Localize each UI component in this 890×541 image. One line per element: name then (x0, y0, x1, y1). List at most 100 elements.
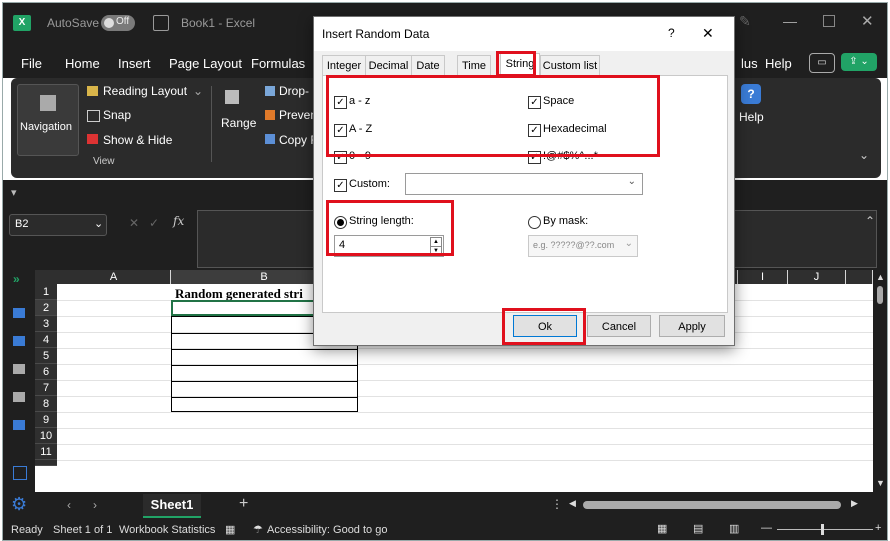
dialog-help-button[interactable]: ? (668, 26, 675, 40)
tab-decimal[interactable]: Decimal (365, 55, 412, 76)
column-header-k[interactable] (846, 270, 873, 284)
more-options-icon[interactable]: ⋮ (551, 497, 563, 511)
horizontal-scrollbar[interactable]: ◀ ▶ (569, 498, 865, 510)
row-header[interactable]: 1 (35, 284, 57, 300)
autosave-toggle[interactable]: Off (101, 15, 135, 31)
tab-custom-list[interactable]: Custom list (540, 55, 600, 76)
tab-formulas[interactable]: Formulas (251, 56, 305, 71)
row-header[interactable]: 6 (35, 364, 57, 380)
tab-home[interactable]: Home (65, 56, 100, 71)
string-length-highlight (326, 200, 454, 256)
close-window-button[interactable]: ✕ (861, 12, 874, 30)
scroll-up-arrow-icon[interactable]: ▲ (876, 272, 885, 282)
add-sheet-button[interactable]: + (239, 495, 248, 513)
checkbox-custom[interactable]: ✓ (334, 179, 347, 192)
tab-date[interactable]: Date (411, 55, 445, 76)
workbook-statistics-button[interactable]: Workbook Statistics (119, 524, 215, 536)
prevent-icon (265, 110, 275, 120)
tab-page-layout[interactable]: Page Layout (169, 56, 242, 71)
tab-integer[interactable]: Integer (322, 55, 366, 76)
expand-pane-icon[interactable]: » (13, 272, 20, 286)
zoom-slider-thumb[interactable] (821, 524, 824, 535)
row-header[interactable] (35, 460, 57, 466)
page-layout-view-icon[interactable]: ▤ (693, 522, 703, 535)
share-button[interactable]: ⇪ ⌄ (841, 53, 877, 71)
cancel-entry-icon[interactable]: ✕ (129, 216, 139, 230)
sidebar-icon-3[interactable] (13, 364, 25, 374)
scroll-left-arrow-icon[interactable]: ◀ (569, 498, 576, 509)
name-box-value: B2 (15, 218, 29, 230)
fx-icon[interactable]: fx (173, 214, 184, 228)
dialog-close-button[interactable]: ✕ (702, 25, 714, 42)
sidebar-icon-2[interactable] (13, 336, 25, 346)
next-sheet-arrow-icon[interactable]: › (93, 498, 97, 512)
comments-button[interactable]: ▭ (809, 53, 835, 73)
tab-insert[interactable]: Insert (118, 56, 151, 71)
sidebar-icon-6[interactable] (13, 466, 27, 480)
qat-customize-icon[interactable]: ▾ (11, 186, 17, 199)
range-icon (225, 90, 239, 104)
minimize-button[interactable]: — (783, 13, 797, 29)
apply-button[interactable]: Apply (659, 315, 725, 337)
help-icon[interactable]: ? (741, 84, 761, 104)
tab-plus[interactable]: lus (741, 56, 758, 71)
accessibility-status[interactable]: Accessibility: Good to go (267, 524, 387, 536)
row-header[interactable]: 9 (35, 412, 57, 428)
help-button[interactable]: Help (739, 110, 764, 124)
collapse-formula-icon[interactable]: ⌃ (865, 214, 875, 228)
show-hide-button[interactable]: Show & Hide (103, 133, 172, 147)
cancel-button[interactable]: Cancel (587, 315, 651, 337)
vertical-scrollbar[interactable]: ▲ ▼ (873, 270, 887, 492)
pen-icon[interactable]: ✎ (739, 13, 751, 30)
zoom-slider[interactable] (777, 529, 873, 530)
custom-chars-combo[interactable]: ⌄ (405, 173, 643, 195)
collapse-ribbon-icon[interactable]: ⌄ (859, 148, 869, 162)
scroll-down-arrow-icon[interactable]: ▼ (876, 478, 885, 488)
column-header-j[interactable]: J (788, 270, 846, 284)
normal-view-icon[interactable]: ▦ (657, 522, 667, 535)
column-header-a[interactable]: A (57, 270, 171, 284)
row-header[interactable]: 5 (35, 348, 57, 364)
drop-down-button[interactable]: Drop- (279, 84, 309, 98)
mask-combo[interactable]: e.g. ?????@??.com ⌄ (528, 235, 638, 257)
select-all-corner[interactable] (35, 270, 57, 284)
column-header-i[interactable]: I (738, 270, 788, 284)
sheet-tab-sheet1[interactable]: Sheet1 (143, 494, 201, 518)
page-break-view-icon[interactable]: ▥ (729, 522, 739, 535)
name-box[interactable]: B2 ⌄ (9, 214, 107, 236)
row-header[interactable]: 7 (35, 380, 57, 396)
reading-layout-button[interactable]: Reading Layout (103, 84, 187, 98)
sidebar-icon-1[interactable] (13, 308, 25, 318)
row-header[interactable]: 8 (35, 396, 57, 412)
row-header[interactable]: 2 (35, 300, 57, 316)
enter-entry-icon[interactable]: ✓ (149, 216, 159, 230)
settings-gear-icon[interactable]: ⚙ (11, 494, 27, 515)
prevent-button[interactable]: Preven (279, 108, 317, 122)
dialog-title: Insert Random Data (322, 27, 430, 41)
row-header[interactable]: 11 (35, 444, 57, 460)
h-scroll-thumb[interactable] (583, 501, 841, 509)
prev-sheet-arrow-icon[interactable]: ‹ (67, 498, 71, 512)
zoom-in-icon[interactable]: + (875, 522, 881, 534)
maximize-button[interactable] (823, 15, 835, 27)
tab-file[interactable]: File (21, 56, 42, 71)
tab-time[interactable]: Time (457, 55, 491, 76)
string-tab-highlight (496, 51, 536, 77)
radio-by-mask[interactable] (528, 216, 541, 229)
save-icon[interactable] (153, 15, 169, 31)
row-header[interactable]: 3 (35, 316, 57, 332)
navigation-button[interactable]: Navigation (17, 84, 79, 156)
macro-icon[interactable]: ▦ (225, 523, 235, 536)
sidebar-icon-5[interactable] (13, 420, 25, 430)
status-bar: Ready Sheet 1 of 1 Workbook Statistics ▦… (3, 520, 887, 540)
zoom-out-icon[interactable]: — (761, 522, 772, 534)
row-header[interactable]: 10 (35, 428, 57, 444)
range-button[interactable]: Range (221, 116, 256, 130)
window-title: Book1 - Excel (181, 16, 256, 30)
tab-help[interactable]: Help (765, 56, 792, 71)
scroll-thumb[interactable] (877, 286, 883, 304)
sidebar-icon-4[interactable] (13, 392, 25, 402)
row-header[interactable]: 4 (35, 332, 57, 348)
scroll-right-arrow-icon[interactable]: ▶ (851, 498, 858, 509)
snap-button[interactable]: Snap (103, 108, 131, 122)
